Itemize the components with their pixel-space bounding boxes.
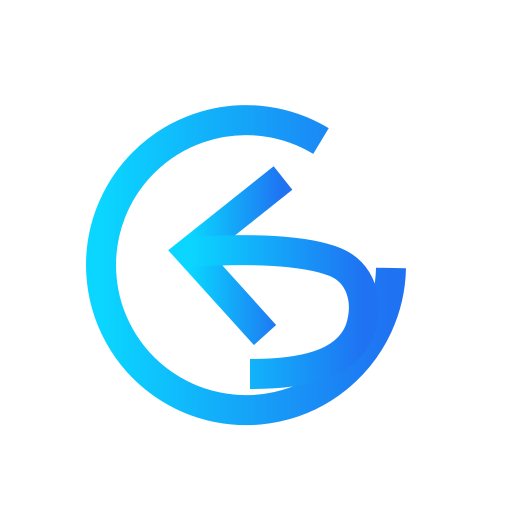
canvas (0, 0, 512, 512)
back-arrow-circle-logo-icon (86, 105, 406, 426)
